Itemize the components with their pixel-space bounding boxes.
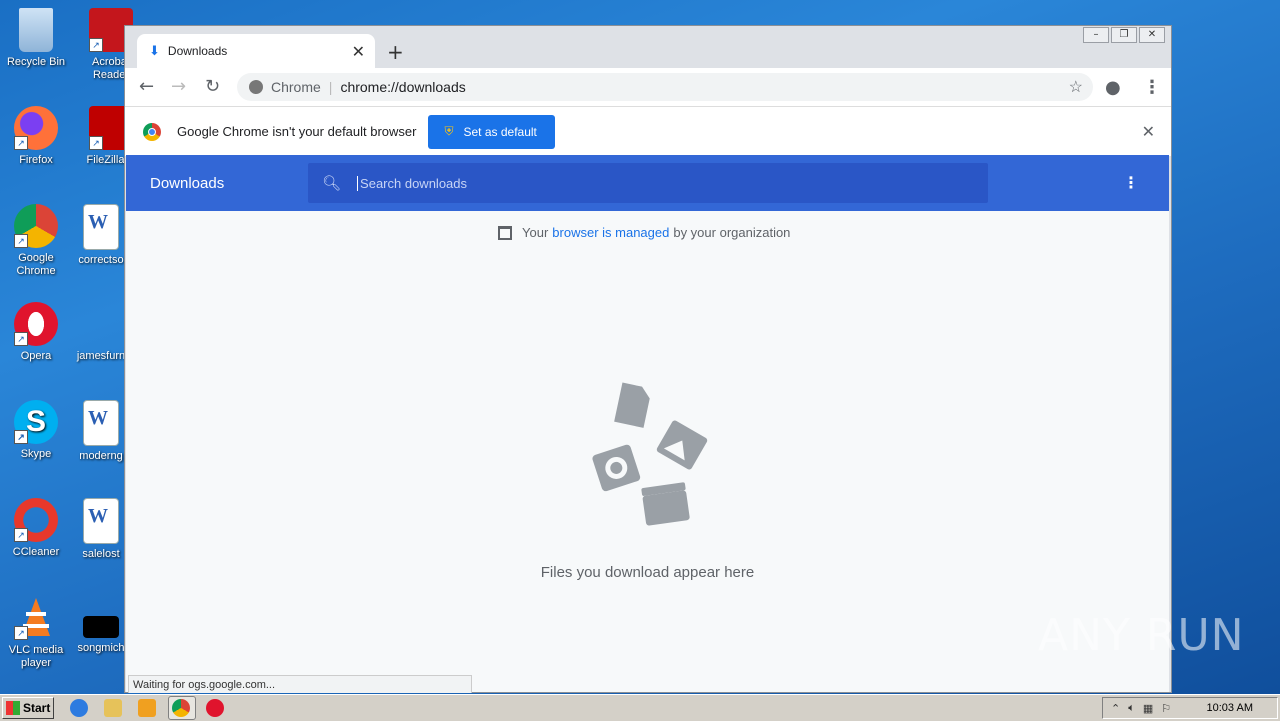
bookmark-star-icon[interactable]: ☆ bbox=[1069, 77, 1083, 97]
show-hidden-icons-icon[interactable]: ⌃ bbox=[1111, 702, 1120, 715]
tab-downloads[interactable]: ⬇ Downloads ✕ bbox=[137, 34, 375, 68]
chrome-icon: ↗ bbox=[14, 204, 58, 248]
managed-notice: Your browser is managed by your organiza… bbox=[498, 225, 790, 240]
empty-downloads-message: Files you download appear here bbox=[540, 564, 755, 581]
clock[interactable]: 10:03 AM bbox=[1207, 702, 1253, 714]
set-as-default-label: Set as default bbox=[463, 124, 537, 139]
downloads-header: Downloads 🔍︎ Search downloads ⋮ bbox=[126, 155, 1169, 211]
download-icon: ⬇ bbox=[149, 43, 160, 59]
desktop-icon-ccleaner[interactable]: ↗ CCleaner bbox=[1, 498, 71, 559]
system-tray: ⌃ 🔈︎ ▦ ⚐ 10:03 AM bbox=[1102, 697, 1278, 719]
opera-icon: ↗ bbox=[14, 302, 58, 346]
search-downloads-input[interactable]: 🔍︎ Search downloads bbox=[308, 163, 988, 203]
toolbar: ← → ↻ Chrome | chrome://downloads ☆ ● ⋮ bbox=[125, 68, 1171, 106]
search-placeholder: Search downloads bbox=[357, 175, 467, 191]
opera-icon[interactable] bbox=[206, 699, 224, 717]
omnibox-url: chrome://downloads bbox=[340, 79, 466, 95]
desktop-icon-opera[interactable]: ↗ Opera bbox=[1, 302, 71, 363]
desktop-icon-label: Firefox bbox=[19, 154, 53, 166]
start-button[interactable]: Start bbox=[2, 697, 54, 719]
omnibox-separator: | bbox=[328, 79, 333, 95]
empty-downloads-illustration bbox=[592, 382, 708, 526]
downloads-title: Downloads bbox=[150, 175, 225, 192]
internet-explorer-icon[interactable] bbox=[70, 699, 88, 717]
recycle-bin-icon bbox=[19, 8, 53, 52]
desktop-icon-vlc[interactable]: ↗ VLC media player bbox=[1, 596, 71, 670]
managed-link[interactable]: browser is managed bbox=[552, 225, 669, 240]
new-tab-button[interactable]: + bbox=[387, 40, 404, 64]
firefox-icon: ↗ bbox=[14, 106, 58, 150]
chrome-menu-icon[interactable]: ⋮ bbox=[1143, 77, 1161, 98]
chrome-logo-icon bbox=[143, 122, 161, 141]
word-document-icon bbox=[83, 400, 119, 446]
chrome-icon bbox=[172, 699, 190, 717]
omnibox[interactable]: Chrome | chrome://downloads ☆ bbox=[237, 73, 1093, 101]
omnibox-chip: Chrome bbox=[271, 79, 321, 95]
action-center-flag-icon[interactable]: ⚐ bbox=[1161, 702, 1171, 715]
set-as-default-button[interactable]: ⛨ Set as default bbox=[428, 114, 556, 149]
start-label: Start bbox=[23, 701, 51, 715]
shield-icon: ⛨ bbox=[444, 124, 454, 138]
image-icon bbox=[656, 420, 708, 470]
desktop-icon-chrome[interactable]: ↗ Google Chrome bbox=[1, 204, 71, 278]
audio-icon bbox=[592, 444, 641, 492]
desktop-icon-label: Google Chrome bbox=[16, 252, 56, 277]
close-window-button[interactable]: ✕ bbox=[1139, 27, 1165, 43]
file-explorer-icon[interactable] bbox=[104, 699, 122, 717]
file-icon bbox=[79, 302, 123, 346]
managed-prefix: Your bbox=[522, 225, 549, 240]
file-icon bbox=[83, 616, 119, 638]
window-controls: – ❐ ✕ bbox=[1083, 27, 1165, 43]
desktop-icon-label: CCleaner bbox=[12, 546, 60, 558]
word-document-icon bbox=[83, 498, 119, 544]
close-infobar-icon[interactable]: ✕ bbox=[1142, 122, 1155, 141]
video-clapper-icon bbox=[641, 482, 690, 526]
windows-logo-icon bbox=[6, 701, 20, 715]
desktop-icon-recycle-bin[interactable]: Recycle Bin bbox=[1, 8, 71, 69]
network-icon[interactable]: ▦ bbox=[1143, 702, 1153, 715]
vlc-icon: ↗ bbox=[14, 596, 58, 640]
tab-title: Downloads bbox=[167, 44, 228, 58]
desktop-icon-label: Recycle Bin bbox=[6, 56, 66, 68]
desktop-icon-label: Opera bbox=[20, 350, 52, 362]
close-tab-icon[interactable]: ✕ bbox=[352, 42, 365, 61]
taskbar: Start ⌃ 🔈︎ ▦ ⚐ 10:03 AM bbox=[0, 694, 1280, 721]
word-document-icon bbox=[83, 204, 119, 250]
downloads-page: Downloads 🔍︎ Search downloads ⋮ Your bro… bbox=[126, 155, 1169, 692]
downloads-menu-icon[interactable]: ⋮ bbox=[1123, 173, 1139, 192]
reload-button[interactable]: ↻ bbox=[205, 76, 220, 97]
anyrun-watermark: ANY RUN bbox=[1038, 610, 1245, 661]
building-icon bbox=[498, 225, 512, 240]
document-icon bbox=[614, 382, 650, 428]
desktop-icon-firefox[interactable]: ↗ Firefox bbox=[1, 106, 71, 167]
restore-button[interactable]: ❐ bbox=[1111, 27, 1137, 43]
status-bubble: Waiting for ogs.google.com... bbox=[128, 675, 472, 693]
ccleaner-icon: ↗ bbox=[14, 498, 58, 542]
site-info-icon[interactable] bbox=[249, 80, 263, 94]
chrome-window: – ❐ ✕ ⬇ Downloads ✕ + ← → ↻ Chrome | chr… bbox=[124, 25, 1172, 693]
forward-button[interactable]: → bbox=[171, 76, 186, 97]
default-browser-infobar: Google Chrome isn't your default browser… bbox=[125, 106, 1171, 156]
skype-icon: S ↗ bbox=[14, 400, 58, 444]
volume-icon[interactable]: 🔈︎ bbox=[1128, 702, 1135, 715]
profile-icon[interactable]: ● bbox=[1105, 77, 1121, 98]
managed-suffix: by your organization bbox=[673, 225, 791, 240]
back-button[interactable]: ← bbox=[139, 76, 154, 97]
media-player-icon[interactable] bbox=[138, 699, 156, 717]
desktop-icon-label: VLC media player bbox=[8, 644, 64, 669]
desktop-icon-label: Skype bbox=[20, 448, 52, 460]
search-icon: 🔍︎ bbox=[322, 174, 342, 192]
desktop-icon-skype[interactable]: S ↗ Skype bbox=[1, 400, 71, 461]
infobar-message: Google Chrome isn't your default browser bbox=[177, 124, 417, 139]
minimize-button[interactable]: – bbox=[1083, 27, 1109, 43]
